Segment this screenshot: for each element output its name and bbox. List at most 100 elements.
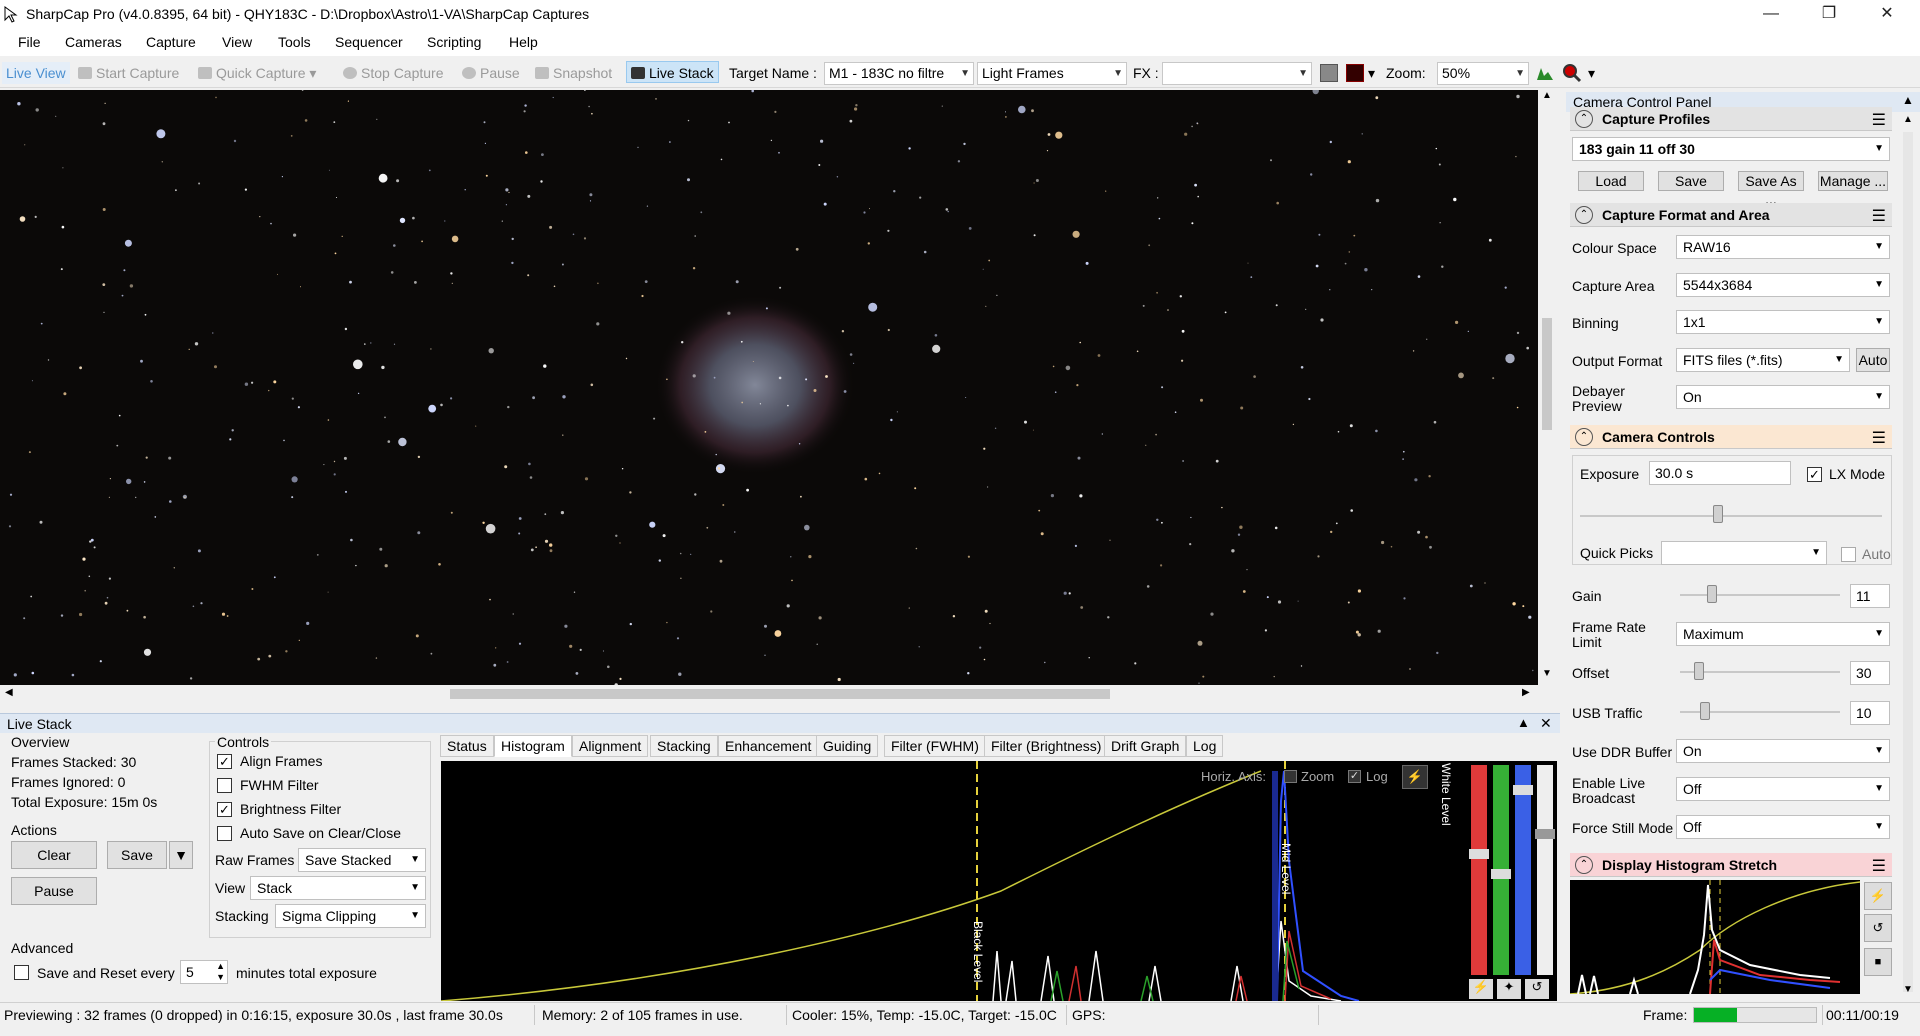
view-select[interactable]: Stack ▼ [250,876,426,900]
auto-stretch-icon[interactable]: ⚡ [1864,882,1892,910]
load-profile-button[interactable]: Load [1578,171,1644,191]
collapse-icon[interactable]: ⌃ [1575,428,1593,446]
zoom-checkbox[interactable] [1284,770,1297,783]
quick-capture-button[interactable]: Quick Capture ▾ [198,62,316,84]
exposure-slider[interactable] [1580,515,1882,517]
tab-filter-brightness[interactable]: Filter (Brightness) [984,735,1109,757]
stretch-histogram[interactable] [1569,880,1861,995]
quick-picks-auto-checkbox[interactable] [1841,547,1856,562]
capture-format-section[interactable]: ⌃ Capture Format and Area ☰ [1570,203,1892,227]
menu-cameras[interactable]: Cameras [65,34,122,50]
clear-button[interactable]: Clear [11,841,97,869]
frame-type-combo[interactable]: Light Frames ▼ [977,62,1127,85]
reset-stretch-icon[interactable]: ↺ [1864,914,1892,942]
auto-levels-icon[interactable]: ⚡ [1469,979,1493,999]
menu-icon[interactable]: ☰ [1872,206,1886,226]
pin-icon[interactable]: ▲ [1517,715,1530,730]
tab-filter-fwhm[interactable]: Filter (FWHM) [884,735,986,757]
image-view[interactable] [0,90,1538,685]
menu-tools[interactable]: Tools [278,34,311,50]
close-icon[interactable]: ✕ [1540,715,1552,732]
collapse-icon[interactable]: ⌃ [1575,110,1593,128]
menu-capture[interactable]: Capture [146,34,196,50]
binning-select[interactable]: 1x1 ▼ [1676,310,1890,334]
profile-select[interactable]: 183 gain 11 off 30 ▼ [1572,137,1890,161]
tab-status[interactable]: Status [440,735,494,757]
align-frames-checkbox[interactable]: ✓ [217,754,232,769]
live-stack-button[interactable]: Live Stack [626,61,719,83]
vertical-scrollbar[interactable]: ▲ ▼ [1538,90,1556,685]
collapse-icon[interactable]: ⌃ [1575,206,1593,224]
display-stretch-section[interactable]: ⌃ Display Histogram Stretch ☰ [1570,853,1892,877]
crosshair-icon[interactable] [1346,64,1364,82]
brightness-filter-checkbox[interactable]: ✓ [217,802,232,817]
tab-histogram[interactable]: Histogram [494,735,572,757]
ddr-buffer-select[interactable]: On ▼ [1676,739,1890,763]
stop-capture-button[interactable]: Stop Capture [343,62,444,84]
gain-slider-knob[interactable] [1707,585,1717,603]
raw-frames-select[interactable]: Save Stacked ▼ [298,848,426,872]
colour-space-select[interactable]: RAW16 ▼ [1676,235,1890,259]
target-name-combo[interactable]: M1 - 183C no filtre ▼ [824,62,974,85]
menu-view[interactable]: View [222,34,252,50]
crosshair-dropdown-icon[interactable]: ▾ [1368,62,1375,84]
camera-controls-section[interactable]: ⌃ Camera Controls ☰ [1570,425,1892,449]
manage-profiles-button[interactable]: Manage ... [1818,171,1888,191]
histogram-graph[interactable]: Horiz. Axis: Zoom ✓ Log ⚡ Black Level Mi… [441,761,1467,1001]
menu-icon[interactable]: ☰ [1872,856,1886,876]
red-level-slider[interactable] [1469,765,1489,975]
zoom-lens-icon[interactable] [1562,63,1582,83]
auto-stretch-icon[interactable]: ⚡ [1402,765,1428,789]
frame-rate-select[interactable]: Maximum ▼ [1676,622,1890,646]
debayer-preview-select[interactable]: On ▼ [1676,385,1890,409]
star-icon[interactable]: ✦ [1497,979,1521,999]
zoom-dropdown-icon[interactable]: ▾ [1588,62,1595,84]
menu-icon[interactable]: ☰ [1872,110,1886,130]
tab-stacking[interactable]: Stacking [650,735,718,757]
save-reset-minutes[interactable]: 5 ▲ ▼ [180,960,228,984]
tab-guiding[interactable]: Guiding [816,735,879,757]
gain-input[interactable]: 11 [1850,584,1890,608]
save-stack-button[interactable]: Save [107,841,167,869]
save-as-profile-button[interactable]: Save As ... [1738,171,1804,207]
usb-traffic-input[interactable]: 10 [1850,701,1890,725]
pause-button[interactable]: Pause [462,62,520,84]
luminance-level-slider[interactable] [1535,765,1555,975]
zoom-combo[interactable]: 50% ▼ [1437,62,1529,85]
exposure-input[interactable]: 30.0 s [1649,461,1791,485]
fwhm-filter-checkbox[interactable] [217,778,232,793]
save-dropdown-button[interactable]: ▼ [169,841,193,869]
start-capture-button[interactable]: Start Capture [78,62,179,84]
offset-input[interactable]: 30 [1850,661,1890,685]
auto-format-button[interactable]: Auto [1856,348,1890,372]
live-view-button[interactable]: Live View [2,62,70,84]
minimize-button[interactable]: — [1742,0,1800,30]
collapse-icon[interactable]: ⌃ [1575,856,1593,874]
horizontal-scrollbar[interactable]: ◀ ▶ [0,685,1538,703]
offset-slider-knob[interactable] [1694,662,1704,680]
gain-slider[interactable] [1680,594,1840,596]
offset-slider[interactable] [1680,671,1840,673]
tab-log[interactable]: Log [1186,735,1224,757]
lx-mode-checkbox[interactable]: ✓ [1807,467,1822,482]
tab-enhancement[interactable]: Enhancement [718,735,819,757]
menu-sequencer[interactable]: Sequencer [335,34,403,50]
pin-icon[interactable]: ▲ [1902,93,1914,107]
menu-help[interactable]: Help [509,34,538,50]
usb-traffic-slider-knob[interactable] [1700,702,1710,720]
save-stretch-icon[interactable]: ■ [1864,948,1892,976]
reset-icon[interactable]: ↺ [1525,979,1549,999]
tab-alignment[interactable]: Alignment [572,735,649,757]
log-checkbox[interactable]: ✓ [1348,770,1361,783]
green-level-slider[interactable] [1491,765,1511,975]
blue-level-slider[interactable] [1513,765,1533,975]
capture-area-select[interactable]: 5544x3684 ▼ [1676,273,1890,297]
save-profile-button[interactable]: Save [1658,171,1724,191]
still-mode-select[interactable]: Off ▼ [1676,815,1890,839]
pause-stack-button[interactable]: Pause [11,877,97,905]
tab-drift-graph[interactable]: Drift Graph [1104,735,1187,757]
quick-picks-select[interactable]: ▼ [1661,541,1827,565]
live-broadcast-select[interactable]: Off ▼ [1676,777,1890,801]
menu-file[interactable]: File [18,34,41,50]
fx-combo[interactable]: ▼ [1162,62,1312,85]
